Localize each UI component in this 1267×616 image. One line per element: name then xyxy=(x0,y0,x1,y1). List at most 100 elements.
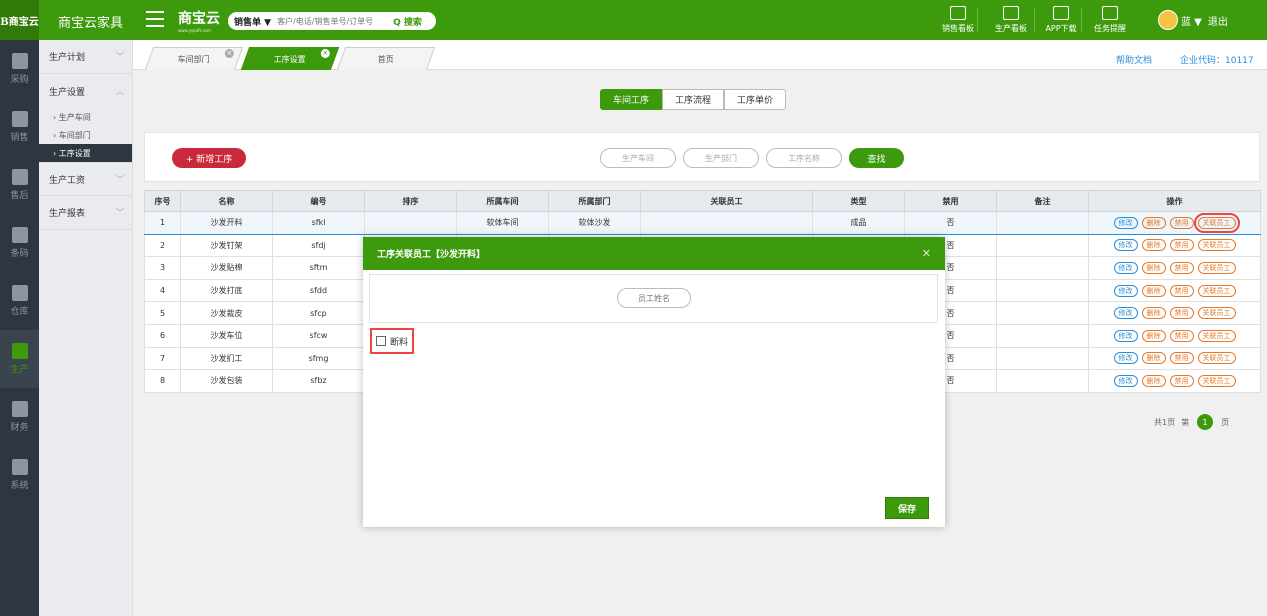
find-button[interactable]: 查找 xyxy=(849,148,904,168)
close-icon[interactable]: ✕ xyxy=(922,247,931,260)
search-input[interactable] xyxy=(277,16,394,26)
menu-toggle-icon[interactable] xyxy=(146,11,164,27)
disable-button[interactable]: 禁用 xyxy=(1169,374,1194,387)
rail-item-after-sale[interactable]: 售后 xyxy=(0,156,39,214)
logout-link[interactable]: 退出 xyxy=(1208,13,1228,28)
rail-item-warehouse[interactable]: 仓库 xyxy=(0,272,39,330)
link-staff-button[interactable]: 关联员工 xyxy=(1197,374,1236,387)
user-menu: 蓝 ▼ 退出 xyxy=(1158,10,1228,30)
disable-button[interactable]: 禁用 xyxy=(1169,284,1194,297)
col-no: 序号 xyxy=(144,190,181,212)
delete-button[interactable]: 删除 xyxy=(1141,329,1166,342)
staff-option[interactable]: 断料 xyxy=(370,328,415,354)
rail-item-sales[interactable]: 销售 xyxy=(0,98,39,156)
top-nav-app-download[interactable]: APP下载 xyxy=(1040,0,1082,40)
search-type-select[interactable]: 销售单 ▼ xyxy=(228,14,278,28)
edit-button[interactable]: 修改 xyxy=(1113,352,1138,365)
delete-button[interactable]: 删除 xyxy=(1141,239,1166,252)
link-staff-button[interactable]: 关联员工 xyxy=(1197,261,1236,274)
edit-button[interactable]: 修改 xyxy=(1113,307,1138,320)
delete-button[interactable]: 删除 xyxy=(1141,284,1166,297)
sidebar-item-process[interactable]: › 工序设置 xyxy=(39,144,132,162)
cell-name: 沙发开料 xyxy=(180,211,273,235)
app-logo[interactable]: B商宝云 xyxy=(0,0,39,40)
link-staff-button[interactable]: 关联员工 xyxy=(1197,352,1236,365)
brand-name: 商宝云 xyxy=(178,11,220,27)
edit-button[interactable]: 修改 xyxy=(1113,239,1138,252)
delete-button[interactable]: 删除 xyxy=(1141,307,1166,320)
staff-checkbox[interactable] xyxy=(376,336,386,346)
edit-button[interactable]: 修改 xyxy=(1113,216,1138,229)
rail-item-system[interactable]: 系统 xyxy=(0,446,39,504)
edit-button[interactable]: 修改 xyxy=(1113,329,1138,342)
delete-button[interactable]: 删除 xyxy=(1141,261,1166,274)
pager: 共1页 第 1 页 xyxy=(1154,414,1229,430)
rail-item-production[interactable]: 生产 xyxy=(0,330,39,388)
user-name[interactable]: 蓝 ▼ xyxy=(1181,13,1202,28)
disable-button[interactable]: 禁用 xyxy=(1169,329,1194,342)
disable-button[interactable]: 禁用 xyxy=(1169,261,1194,274)
save-button[interactable]: 保存 xyxy=(885,497,929,519)
delete-button[interactable]: 删除 xyxy=(1141,216,1166,229)
tab-home[interactable]: 首页 xyxy=(336,47,436,70)
rail-item-finance[interactable]: 财务 xyxy=(0,388,39,446)
search-button[interactable]: Q 搜索 xyxy=(393,15,428,28)
close-icon[interactable]: × xyxy=(320,49,330,58)
edit-button[interactable]: 修改 xyxy=(1113,284,1138,297)
cell-code: sfdj xyxy=(272,233,365,258)
top-nav-task-reminder[interactable]: 任务提醒 xyxy=(1088,0,1132,40)
add-process-button[interactable]: + 新增工序 xyxy=(172,148,246,168)
delete-button[interactable]: 删除 xyxy=(1141,352,1166,365)
tab-workshop-dept[interactable]: 车间部门 × xyxy=(144,47,244,70)
rail-item-purchase[interactable]: 采购 xyxy=(0,40,39,98)
disable-button[interactable]: 禁用 xyxy=(1169,307,1194,320)
filter-name-input[interactable]: 工序名称 xyxy=(766,148,842,168)
link-staff-button[interactable]: 关联员工 xyxy=(1193,212,1240,233)
sidebar-group-report[interactable]: 生产报表 ﹀ xyxy=(39,196,132,230)
cell-code: sfcw xyxy=(272,323,365,348)
cell-remark xyxy=(996,233,1089,258)
brand-url: www.yqsoft.com xyxy=(178,28,211,33)
cell-code: sfcp xyxy=(272,301,365,325)
sidebar-group-plan[interactable]: 生产计划 ﹀ xyxy=(39,40,132,74)
cell-name: 沙发贴棉 xyxy=(180,256,273,280)
cell-disabled: 否 xyxy=(904,211,997,235)
seg-workshop-process[interactable]: 车间工序 xyxy=(600,89,663,110)
page-current[interactable]: 1 xyxy=(1197,414,1214,430)
edit-button[interactable]: 修改 xyxy=(1113,374,1138,387)
filter-workshop-input[interactable]: 生产车间 xyxy=(600,148,676,168)
link-staff-button[interactable]: 关联员工 xyxy=(1197,329,1236,342)
sidebar-item-dept[interactable]: › 车间部门 xyxy=(39,126,132,144)
staff-name-input[interactable] xyxy=(617,288,691,308)
close-icon[interactable]: × xyxy=(224,49,234,58)
link-staff-button[interactable]: 关联员工 xyxy=(1197,239,1236,252)
top-nav-production-board[interactable]: 生产看板 xyxy=(987,0,1035,40)
barcode-icon xyxy=(11,227,28,243)
tab-process-settings[interactable]: 工序设置 × xyxy=(240,47,340,70)
disable-button[interactable]: 禁用 xyxy=(1169,239,1194,252)
sidebar-group-settings[interactable]: 生产设置 ︿ xyxy=(39,74,132,108)
seg-process-price[interactable]: 工序单价 xyxy=(724,89,787,110)
col-disabled: 禁用 xyxy=(904,190,997,212)
filter-dept-input[interactable]: 生产部门 xyxy=(683,148,759,168)
sidebar-group-wage[interactable]: 生产工资 ﹀ xyxy=(39,162,132,196)
delete-button[interactable]: 删除 xyxy=(1141,374,1166,387)
help-docs-link[interactable]: 帮助文档 xyxy=(1116,53,1152,66)
seg-process-flow[interactable]: 工序流程 xyxy=(662,89,725,110)
cell-workshop: 软体车间 xyxy=(456,211,549,235)
disable-button[interactable]: 禁用 xyxy=(1169,216,1194,229)
link-staff-button[interactable]: 关联员工 xyxy=(1197,307,1236,320)
cell-remark xyxy=(996,211,1089,235)
cell-name: 沙发车位 xyxy=(180,323,273,348)
col-name: 名称 xyxy=(180,190,273,212)
module-rail: 采购 销售 售后 条码 仓库 生产 财务 系统 xyxy=(0,40,39,616)
rail-item-barcode[interactable]: 条码 xyxy=(0,214,39,272)
cell-no: 7 xyxy=(144,346,181,371)
sidebar-item-workshop[interactable]: › 生产车间 xyxy=(39,108,132,126)
edit-button[interactable]: 修改 xyxy=(1113,261,1138,274)
link-staff-button[interactable]: 关联员工 xyxy=(1197,284,1236,297)
disable-button[interactable]: 禁用 xyxy=(1169,352,1194,365)
avatar[interactable] xyxy=(1158,10,1178,30)
top-nav-sales-board[interactable]: 销售看板 xyxy=(938,0,978,40)
table-row[interactable]: 1 沙发开料 sfkl 软体车间 软体沙发 成品否 修改 删除 禁用 关联员工 xyxy=(144,211,1261,235)
